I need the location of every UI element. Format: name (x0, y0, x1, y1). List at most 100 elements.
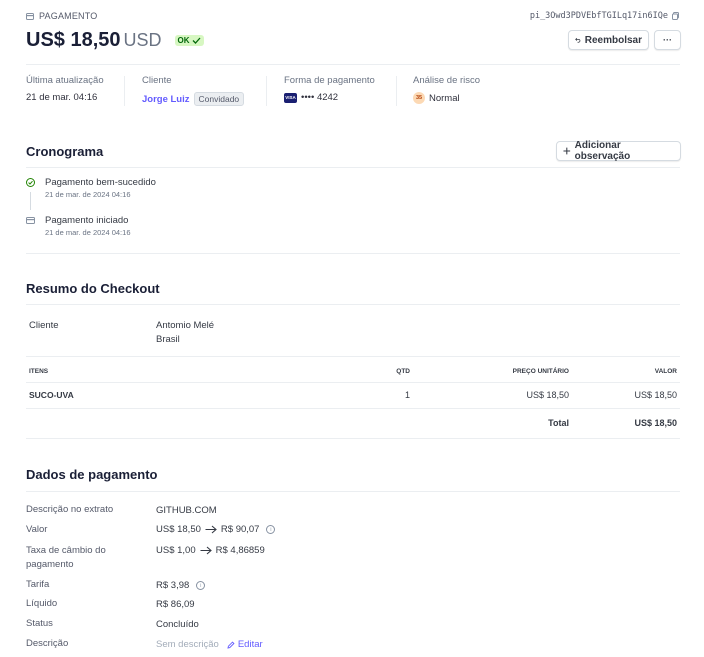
statement-value: GITHUB.COM (156, 505, 217, 516)
payment-method-summary: Forma de pagamento VISA •••• 4242 (284, 75, 375, 103)
copy-icon[interactable] (672, 12, 679, 20)
more-icon: ··· (663, 35, 672, 45)
arrow-right-icon (200, 546, 212, 555)
edit-label: Editar (237, 639, 263, 650)
status-text: Concluído (156, 619, 199, 630)
net-amount: R$ 86,09 (156, 599, 195, 610)
timeline-event: Pagamento bem-sucedido 21 de mar. de 202… (26, 177, 156, 199)
payment-amount: US$ 18,50 (26, 29, 121, 51)
refund-button[interactable]: Reembolsar (568, 30, 649, 50)
info-icon[interactable]: i (196, 581, 206, 590)
description-label: Descrição (26, 638, 69, 649)
fx-to: R$ 4,86859 (215, 545, 265, 556)
value-from: US$ 18,50 (156, 524, 201, 535)
last-update-label: Última atualização (26, 75, 104, 86)
checkout-divider (26, 304, 680, 305)
statement-label: Descrição no extrato (26, 504, 114, 515)
status-label: Status (26, 618, 53, 629)
pencil-icon (227, 640, 235, 649)
net-label: Líquido (26, 598, 58, 609)
summary-separator (124, 76, 125, 106)
checkout-customer-country: Brasil (156, 334, 180, 345)
header-divider (26, 64, 680, 65)
value-label: Valor (26, 524, 48, 535)
table-top-divider (26, 356, 680, 357)
arrow-right-icon (205, 525, 217, 534)
timeline-title: Cronograma (26, 144, 104, 159)
column-header-value: VALOR (654, 368, 677, 375)
customer-summary: Cliente Jorge Luiz Convidado (142, 75, 245, 106)
payment-id-text: pi_3Owd3PDVEbfTGILq17in6IQe (529, 11, 668, 21)
item-qty: 1 (404, 390, 410, 400)
payment-icon (26, 12, 34, 20)
event-title: Pagamento bem-sucedido (45, 177, 156, 188)
add-note-label: Adicionar observação (574, 140, 631, 162)
add-note-button[interactable]: Adicionar observação (556, 140, 681, 162)
risk-label: Análise de risco (413, 75, 481, 86)
column-header-unit-price: PREÇO UNITÁRIO (512, 368, 569, 375)
payment-currency: USD (123, 30, 162, 50)
item-unit-price: US$ 18,50 (526, 390, 569, 400)
payment-id[interactable]: pi_3Owd3PDVEbfTGILq17in6IQe (530, 11, 679, 21)
visa-icon: VISA (284, 92, 297, 103)
column-header-qty: QTD (396, 368, 410, 375)
info-icon[interactable]: i (266, 525, 276, 534)
undo-icon (575, 37, 581, 43)
status-badge-label: OK (177, 36, 190, 45)
risk-score-badge: 35 (413, 92, 425, 104)
success-check-icon (26, 178, 35, 187)
summary-separator (266, 76, 267, 106)
statement-text: GITHUB.COM (156, 505, 217, 516)
status-value: Concluído (156, 619, 199, 630)
guest-badge: Convidado (193, 92, 245, 106)
column-header-items: ITENS (29, 368, 49, 375)
net-value: R$ 86,09 (156, 599, 195, 610)
fx-label: Taxa de câmbio do pagamento (26, 545, 106, 570)
status-badge: OK (174, 35, 204, 46)
plus-icon (563, 147, 571, 155)
checkout-customer-name: Antomio Melé (156, 320, 215, 331)
item-name: SUCO-UVA (29, 390, 74, 400)
fee-label: Tarifa (26, 579, 50, 590)
payment-icon (26, 217, 35, 224)
customer-label: Cliente (142, 75, 172, 86)
event-time: 21 de mar. de 2024 04:16 (45, 190, 131, 199)
last-update-value: 21 de mar. 04:16 (26, 92, 98, 103)
description-placeholder: Sem descrição (156, 639, 219, 650)
refund-label: Reembolsar (584, 34, 642, 46)
checkout-customer-label: Cliente (29, 320, 59, 331)
payment-method-label: Forma de pagamento (284, 75, 375, 86)
description-value: Sem descrição Editar (156, 639, 263, 650)
total-value: US$ 18,50 (634, 418, 677, 428)
kicker-label: PAGAMENTO (39, 11, 98, 21)
event-title: Pagamento iniciado (45, 215, 129, 226)
fx-from: US$ 1,00 (156, 545, 196, 556)
item-value: US$ 18,50 (634, 390, 677, 400)
table-header-divider (26, 382, 680, 383)
value-conversion: US$ 18,50 R$ 90,07 i (156, 524, 276, 535)
payment-details-title: Dados de pagamento (26, 467, 158, 482)
event-time: 21 de mar. de 2024 04:16 (45, 228, 131, 237)
last-update: Última atualização 21 de mar. 04:16 (26, 75, 104, 103)
customer-link[interactable]: Jorge Luiz (142, 94, 190, 105)
fee-amount: R$ 3,98 (156, 580, 190, 591)
page-kicker: PAGAMENTO (26, 11, 97, 21)
total-label: Total (548, 418, 569, 428)
fx-conversion: US$ 1,00 R$ 4,86859 (156, 545, 265, 556)
card-last4: •••• 4242 (301, 92, 339, 103)
check-icon (192, 37, 201, 44)
table-row-divider (26, 408, 680, 409)
summary-separator (396, 76, 397, 106)
section-divider (26, 438, 680, 439)
edit-description-button[interactable]: Editar (227, 639, 263, 650)
checkout-title: Resumo do Checkout (26, 281, 160, 296)
risk-level[interactable]: Normal (429, 93, 460, 104)
timeline-event: Pagamento iniciado 21 de mar. de 2024 04… (26, 215, 131, 237)
payment-details-divider (26, 491, 680, 492)
fee-value: R$ 3,98 i (156, 580, 206, 591)
value-to: R$ 90,07 (220, 524, 260, 535)
more-button[interactable]: ··· (654, 30, 681, 50)
risk-summary: Análise de risco 35 Normal (413, 75, 480, 104)
timeline-divider (26, 167, 680, 168)
section-divider (26, 253, 680, 254)
